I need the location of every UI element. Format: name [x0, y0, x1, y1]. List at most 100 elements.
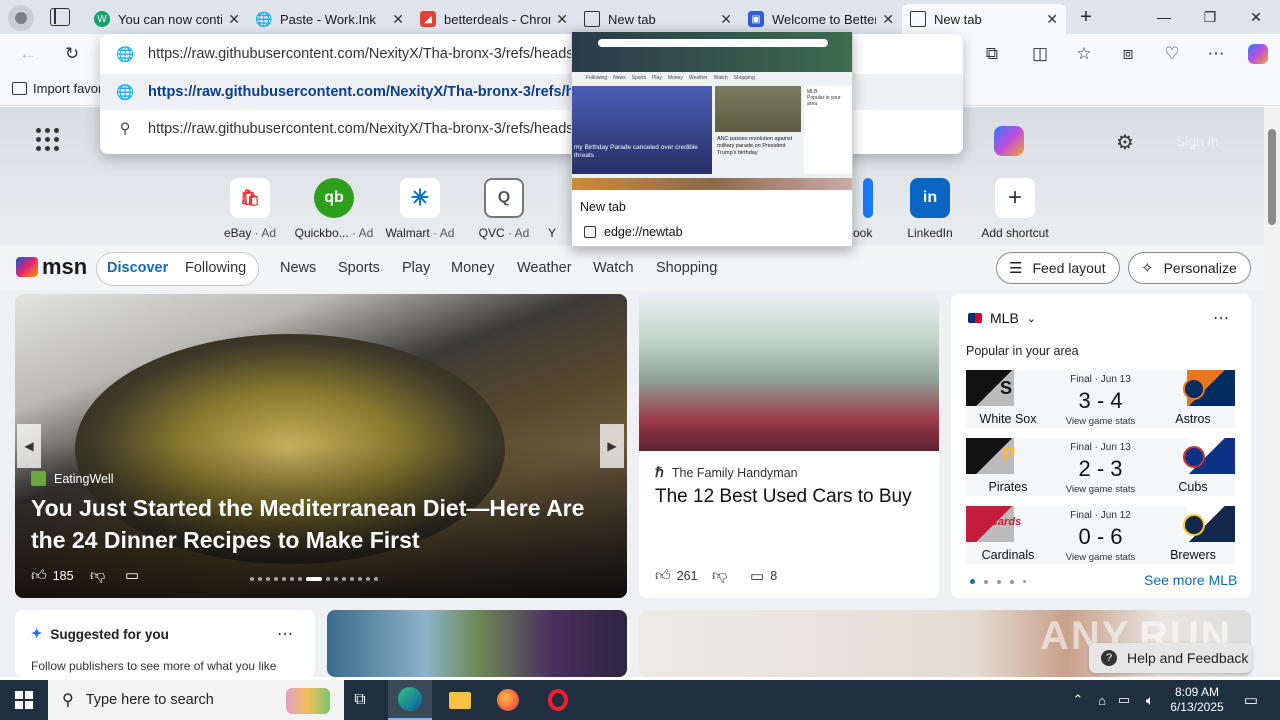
collections-button[interactable]: ⧈ — [1116, 42, 1140, 66]
taskbar-search-box[interactable]: ⚲ Type here to search — [48, 680, 344, 720]
tab-following[interactable]: Following — [185, 260, 246, 276]
close-icon[interactable]: ✕ — [1046, 11, 1058, 28]
restore-button[interactable]: ❐ — [1187, 0, 1233, 34]
close-window-button[interactable]: ✕ — [1233, 0, 1279, 34]
pager-dot[interactable] — [997, 579, 1001, 584]
shortcut-qvc[interactable]: Q QVC · Ad — [464, 178, 544, 240]
carousel-dot[interactable] — [298, 577, 302, 581]
nav-shopping[interactable]: Shopping — [656, 260, 717, 276]
carousel-dot[interactable] — [250, 577, 254, 581]
address-input-value[interactable]: https://raw.githubusercontent.com/Nexity… — [148, 46, 578, 62]
game-row[interactable]: Cards Final · Jun 12 0 - 6 View game sta… — [966, 506, 1235, 564]
side-dislike-button[interactable]: 👎︎ — [712, 567, 727, 585]
performance-button[interactable]: ♡ — [1160, 42, 1184, 66]
new-tab-button[interactable]: + — [1074, 6, 1098, 28]
nav-weather[interactable]: Weather — [517, 260, 572, 276]
show-hidden-icons-button[interactable]: ⌃ — [1068, 680, 1088, 720]
task-view-button[interactable]: ⧉ — [344, 680, 376, 720]
tab-5[interactable]: New tab ✕ — [902, 4, 1066, 34]
back-button[interactable]: ← — [16, 42, 40, 66]
carousel-dot[interactable] — [334, 577, 338, 581]
tab-discover[interactable]: Discover — [107, 260, 168, 276]
tab-actions-button[interactable] — [50, 8, 70, 26]
nav-watch[interactable]: Watch — [593, 260, 634, 276]
favorites-button[interactable]: ☆ — [1072, 42, 1096, 66]
network-button[interactable]: ▭ — [1114, 680, 1134, 720]
close-icon[interactable]: ✕ — [392, 11, 404, 28]
carousel-dot[interactable] — [350, 577, 354, 581]
sign-in-button[interactable]: Sign in — [1176, 133, 1219, 149]
extensions-button[interactable]: ⧉ — [980, 42, 1004, 66]
pager-dot[interactable] — [984, 579, 988, 584]
nav-news[interactable]: News — [280, 260, 316, 276]
minimize-button[interactable]: — — [1141, 0, 1187, 34]
carousel-next-button[interactable]: ▶ — [600, 424, 624, 468]
refresh-button[interactable]: ↻ — [60, 42, 84, 66]
side-story-headline[interactable]: The 12 Best Used Cars to Buy — [655, 486, 925, 508]
carousel-dot[interactable] — [266, 577, 270, 581]
main-story-headline[interactable]: You Just Started the Mediterranean Diet—… — [31, 492, 611, 556]
tray-icon-1[interactable]: ⌂ — [1092, 680, 1112, 720]
nav-money[interactable]: Money — [451, 260, 495, 276]
feed-layout-button[interactable]: ☰ Feed layout — [996, 252, 1120, 284]
copilot-button[interactable] — [1246, 42, 1270, 66]
carousel-dot[interactable] — [374, 577, 378, 581]
mlb-league-selector[interactable]: MLB ⌄ — [968, 310, 1036, 326]
tab-1[interactable]: 🌐 Paste - Work.Ink ✕ — [248, 4, 412, 34]
tab-3[interactable]: New tab ✕ — [576, 4, 740, 34]
shortcut-ebay[interactable]: 🛍 eBay · Ad — [210, 178, 290, 240]
mlb-more-button[interactable]: ⋯ — [1213, 308, 1229, 328]
shortcut-quickbooks[interactable]: qb Quickbo... · Ad — [294, 178, 374, 240]
dislike-button[interactable]: 👎︎ — [90, 567, 105, 585]
taskbar-firefox[interactable] — [486, 680, 530, 720]
tab-0[interactable]: W You can now contin ✕ — [86, 4, 248, 34]
notifications-button[interactable]: ▭ — [1236, 680, 1266, 720]
close-icon[interactable]: ✕ — [882, 11, 894, 28]
close-icon[interactable]: ✕ — [228, 11, 240, 28]
carousel-dot[interactable] — [274, 577, 278, 581]
close-icon[interactable]: ✕ — [720, 11, 732, 28]
carousel-dot[interactable] — [366, 577, 370, 581]
story-source[interactable]: EatingWell — [31, 471, 114, 486]
start-button[interactable] — [0, 680, 48, 720]
suggested-more-button[interactable]: ⋯ — [277, 624, 293, 644]
profile-avatar[interactable] — [8, 5, 34, 31]
carousel-dot[interactable] — [326, 577, 330, 581]
carousel-dot[interactable] — [358, 577, 362, 581]
split-screen-button[interactable]: ◫ — [1028, 42, 1052, 66]
see-more-mlb-link[interactable]: See more MLB — [1144, 572, 1237, 588]
shortcut-walmart[interactable]: ✳ Walmart · Ad — [380, 178, 460, 240]
nav-sports[interactable]: Sports — [338, 260, 380, 276]
taskbar-edge[interactable] — [388, 680, 432, 720]
carousel-dot[interactable] — [290, 577, 294, 581]
volume-button[interactable]: 🔈︎ — [1138, 680, 1162, 720]
side-comment-button[interactable]: ▭ 8 — [750, 567, 777, 585]
game-row[interactable]: S Final · Jun 13 3 - 4 View game stats W… — [966, 370, 1235, 428]
page-settings-button[interactable]: ⚙ — [1116, 130, 1134, 155]
shortcut-partial-left[interactable]: Y — [548, 178, 572, 240]
pager-dot[interactable] — [1023, 580, 1026, 583]
carousel-dot[interactable] — [342, 577, 346, 581]
shortcut-linkedin[interactable]: in LinkedIn — [890, 178, 970, 240]
carousel-dot[interactable] — [258, 577, 262, 581]
side-story-card[interactable] — [639, 294, 939, 598]
pager-dot-active[interactable] — [970, 579, 975, 584]
settings-more-button[interactable]: ⋯ — [1204, 42, 1228, 66]
like-button[interactable]: 👍︎ 185 — [31, 567, 74, 585]
tab-4[interactable]: ▣ Welcome to Better! ✕ — [740, 4, 902, 34]
msn-logo[interactable]: msn — [16, 254, 87, 280]
clock[interactable]: 8:09 AM 6/13/2025 — [1162, 680, 1232, 720]
carousel-dot-active[interactable] — [306, 577, 322, 581]
apps-launcher-button[interactable] — [36, 128, 60, 152]
copilot-search-icon[interactable] — [994, 126, 1024, 156]
page-scrollbar[interactable] — [1264, 107, 1280, 677]
game-row[interactable]: P Final · Jun 13 2 - 3 View game stats P… — [966, 438, 1235, 496]
add-shortcut-button[interactable]: + Add shortcut — [975, 178, 1055, 240]
scrollbar-thumb[interactable] — [1268, 129, 1276, 225]
taskbar-file-explorer[interactable] — [438, 680, 482, 720]
personalize-button[interactable]: ✧ Personalize — [1128, 252, 1251, 284]
taskbar-opera[interactable] — [536, 680, 580, 720]
tab-2[interactable]: ◢ betterdeals - Chron ✕ — [412, 4, 576, 34]
help-feedback-button[interactable]: ? Help and Feedback — [1089, 643, 1252, 673]
side-like-button[interactable]: 👍︎ 261 — [655, 567, 698, 585]
